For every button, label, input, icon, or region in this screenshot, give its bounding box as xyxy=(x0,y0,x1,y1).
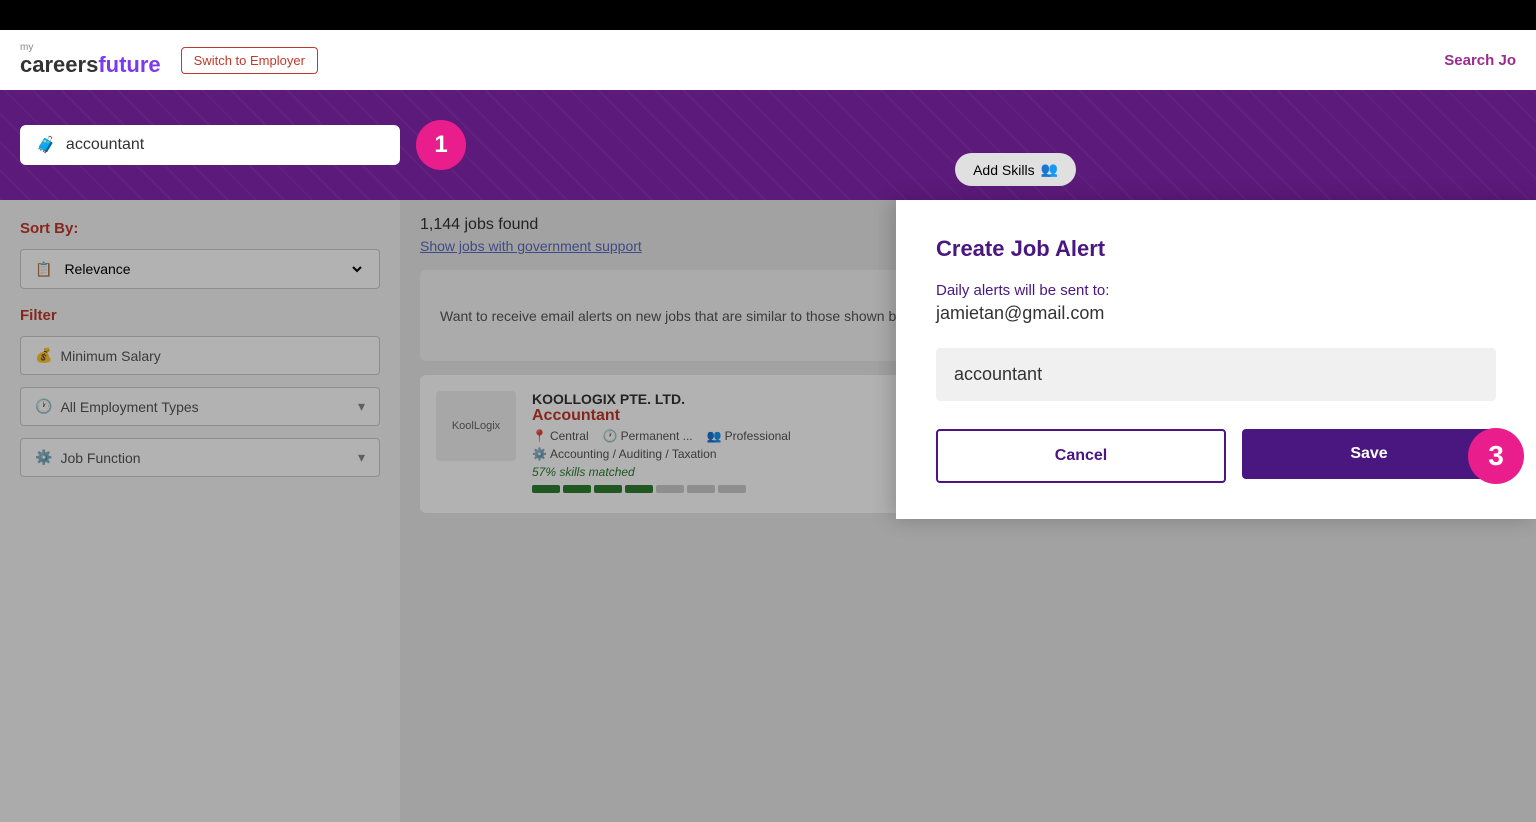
logo-careers: careers xyxy=(20,53,98,77)
modal-email: jamietan@gmail.com xyxy=(936,303,1496,324)
logo: my careers future xyxy=(20,42,161,77)
save-btn-wrapper: Save 3 xyxy=(1242,429,1496,483)
modal-title: Create Job Alert xyxy=(936,236,1496,262)
search-value: accountant xyxy=(66,136,144,154)
save-button[interactable]: Save xyxy=(1242,429,1496,479)
cancel-button[interactable]: Cancel xyxy=(936,429,1226,483)
step-badge-1: 1 xyxy=(416,120,466,170)
add-skills-button[interactable]: Add Skills 👥 xyxy=(955,153,1076,186)
step-badge-3: 3 xyxy=(1468,428,1524,484)
add-skills-label: Add Skills xyxy=(973,162,1034,178)
search-banner: 🧳 accountant 1 Add Skills 👥 xyxy=(0,90,1536,200)
switch-to-employer-button[interactable]: Switch to Employer xyxy=(181,47,318,74)
briefcase-icon: 🧳 xyxy=(36,135,56,155)
header: my careers future Switch to Employer Sea… xyxy=(0,30,1536,90)
modal-sub-label: Daily alerts will be sent to: xyxy=(936,282,1496,299)
modal-search-input[interactable] xyxy=(936,348,1496,401)
modal-buttons: Cancel Save 3 xyxy=(936,429,1496,483)
logo-future: future xyxy=(98,53,160,77)
create-job-alert-modal: Create Job Alert Daily alerts will be se… xyxy=(896,200,1536,519)
main-area: Sort By: 📋 Relevance Filter 💰 Minimum Sa… xyxy=(0,200,1536,822)
skills-icon: 👥 xyxy=(1041,161,1058,178)
header-search-text: Search Jo xyxy=(1444,52,1516,69)
search-box[interactable]: 🧳 accountant xyxy=(20,125,400,165)
black-top-bar xyxy=(0,0,1536,30)
